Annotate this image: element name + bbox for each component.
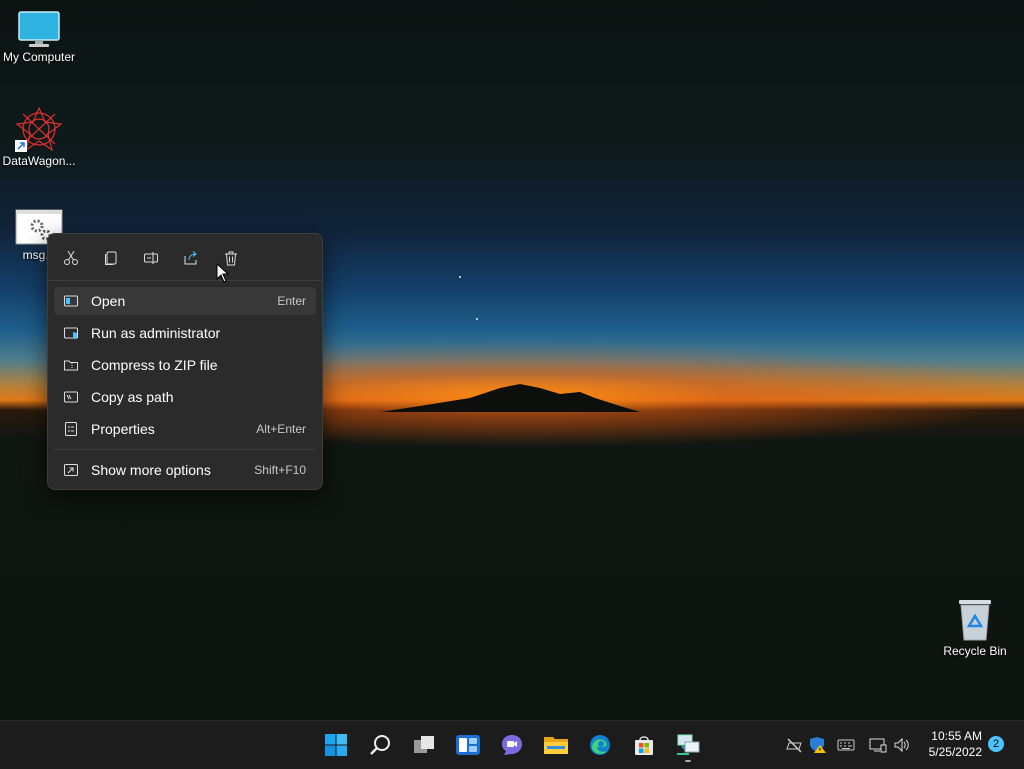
menu-divider — [54, 449, 316, 450]
menu-item-properties[interactable]: Properties Alt+Enter — [54, 415, 316, 443]
desktop-icon-label: My Computer — [2, 50, 76, 64]
datawagon-icon — [15, 106, 63, 152]
volume-icon — [894, 737, 909, 753]
menu-item-compress-zip[interactable]: Compress to ZIP file — [54, 351, 316, 379]
rename-icon — [144, 252, 158, 264]
volume-control[interactable] — [892, 735, 912, 755]
network-off-icon — [786, 738, 802, 753]
widgets-icon — [456, 735, 480, 755]
menu-item-run-as-admin[interactable]: Run as administrator — [54, 319, 316, 347]
task-view-icon — [414, 736, 434, 753]
network-app-button[interactable] — [672, 729, 704, 762]
path-icon — [63, 389, 79, 405]
task-view-button[interactable] — [408, 729, 440, 761]
keyboard-icon — [837, 739, 855, 751]
cut-button[interactable] — [59, 246, 83, 270]
menu-item-label: Run as administrator — [91, 325, 221, 341]
network-status[interactable] — [784, 735, 804, 755]
desktop-icon-my-computer[interactable]: My Computer — [0, 10, 79, 64]
star — [476, 318, 478, 320]
copy-button[interactable] — [99, 246, 123, 270]
chat-button[interactable] — [496, 729, 528, 761]
menu-item-shortcut: Enter — [277, 294, 306, 308]
clock-date: 5/25/2022 — [928, 745, 982, 759]
menu-item-label: Properties — [91, 421, 155, 437]
menu-divider — [48, 280, 322, 281]
defender-warning-icon — [810, 737, 826, 753]
share-icon — [184, 251, 197, 265]
start-icon — [325, 734, 347, 756]
input-indicator[interactable] — [836, 735, 856, 755]
properties-icon — [63, 421, 79, 437]
share-button[interactable] — [179, 246, 203, 270]
menu-item-label: Open — [91, 293, 126, 309]
desktop-icon-label: Recycle Bin — [943, 644, 1007, 658]
menu-item-open[interactable]: Open Enter — [54, 287, 316, 315]
file-explorer-icon — [544, 737, 568, 754]
edge-button[interactable] — [584, 729, 616, 761]
rename-button[interactable] — [139, 246, 163, 270]
more-options-icon — [63, 462, 79, 478]
menu-item-label: Compress to ZIP file — [91, 357, 218, 373]
menu-item-show-more-options[interactable]: Show more options Shift+F10 — [54, 456, 316, 484]
store-icon — [635, 736, 653, 755]
store-button[interactable] — [628, 729, 660, 761]
context-menu-toolbar — [48, 234, 322, 280]
display-icon — [869, 738, 887, 753]
desktop-icon-datawagon[interactable]: DataWagon... — [0, 106, 79, 168]
monitor-icon — [18, 11, 60, 47]
zip-icon — [63, 357, 79, 373]
clock-time: 10:55 AM — [931, 729, 982, 743]
desktop-icon-recycle-bin[interactable]: Recycle Bin — [935, 596, 1015, 658]
search-button[interactable] — [364, 729, 396, 761]
defender-status[interactable] — [808, 735, 828, 755]
recycle-bin-icon — [959, 600, 991, 641]
notification-badge[interactable]: 2 — [988, 736, 1004, 752]
star — [459, 276, 461, 278]
mountain-silhouette — [380, 384, 640, 412]
copy-icon — [105, 251, 117, 265]
file-explorer-button[interactable] — [540, 729, 572, 761]
display-status[interactable] — [868, 735, 888, 755]
running-indicator — [685, 760, 691, 762]
menu-item-label: Show more options — [91, 462, 211, 478]
edge-icon — [590, 735, 610, 755]
menu-item-copy-as-path[interactable]: Copy as path — [54, 383, 316, 411]
search-icon — [370, 735, 390, 755]
taskbar-clock[interactable]: 10:55 AM 5/25/2022 — [918, 728, 982, 760]
widgets-button[interactable] — [452, 729, 484, 761]
network-app-icon — [677, 734, 700, 755]
shield-icon — [63, 325, 79, 341]
menu-item-shortcut: Shift+F10 — [254, 463, 306, 477]
cut-icon — [64, 250, 78, 265]
mouse-cursor-icon — [216, 263, 230, 283]
chat-icon — [502, 735, 522, 755]
taskbar: 10:55 AM 5/25/2022 2 — [0, 720, 1024, 769]
start-button[interactable] — [320, 729, 352, 761]
menu-item-label: Copy as path — [91, 389, 174, 405]
context-menu: Open Enter Run as administrator Compress… — [47, 233, 323, 490]
open-icon — [63, 293, 79, 309]
desktop-icon-label: DataWagon... — [2, 154, 76, 168]
menu-item-shortcut: Alt+Enter — [256, 422, 306, 436]
